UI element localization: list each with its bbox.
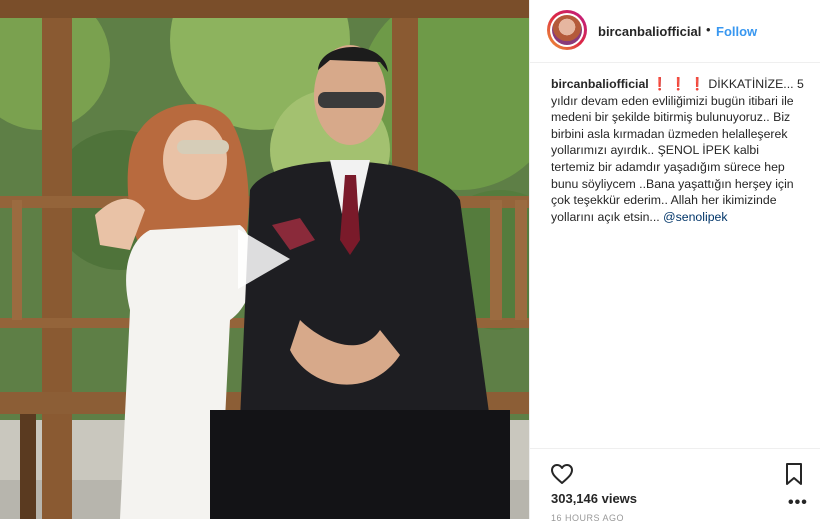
avatar-ring [550, 13, 584, 47]
view-count: 303,146 views [551, 491, 638, 506]
post-video[interactable] [0, 0, 529, 519]
post-header: bircanbaliofficial • Follow [530, 0, 820, 63]
post-sidebar: bircanbaliofficial • Follow bircanbaliof… [529, 0, 820, 523]
heart-icon[interactable] [550, 462, 574, 486]
follow-button[interactable]: Follow [716, 24, 757, 39]
caption-username-link[interactable]: bircanbaliofficial [551, 77, 649, 91]
avatar[interactable] [547, 10, 587, 50]
separator-dot: • [706, 22, 711, 37]
avatar-image [552, 15, 582, 45]
username-link[interactable]: bircanbaliofficial [598, 24, 701, 39]
exclamation-icons: ❗ ❗ ❗ [652, 77, 705, 91]
more-options-icon[interactable]: ••• [788, 494, 808, 512]
post-actions: 303,146 views ••• 16 HOURS AGO [530, 448, 820, 523]
caption-text: DİKKATİNİZE... 5 yıldır devam eden evlil… [551, 77, 804, 224]
mention-link[interactable]: @senolipek [663, 210, 727, 224]
play-icon[interactable] [238, 229, 290, 289]
post-timestamp[interactable]: 16 HOURS AGO [551, 513, 624, 523]
post-caption: bircanbaliofficial ❗ ❗ ❗ DİKKATİNİZE... … [551, 76, 804, 225]
bookmark-icon[interactable] [784, 462, 804, 486]
